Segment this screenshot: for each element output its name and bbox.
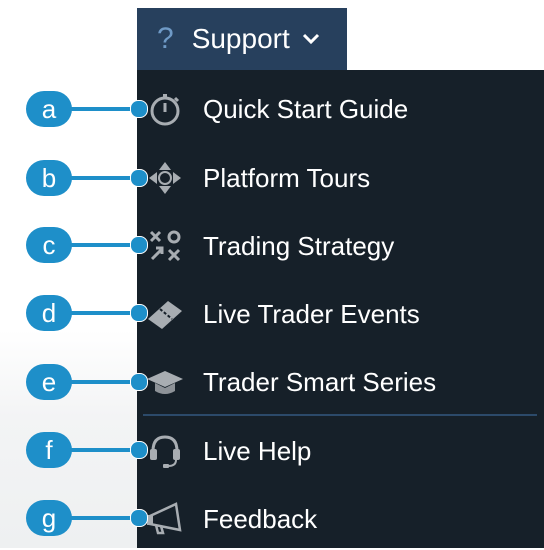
menu-item-label: Platform Tours: [203, 162, 371, 193]
callout-b: b: [26, 160, 166, 196]
menu-item-label: Trading Strategy: [203, 230, 395, 261]
menu-item-label: Trader Smart Series: [203, 366, 437, 397]
callout-c: c: [26, 227, 166, 263]
callout-dot: [130, 100, 148, 118]
menu-item-live-trader-events[interactable]: Live Trader Events: [137, 283, 544, 345]
menu-item-trading-strategy[interactable]: Trading Strategy: [137, 215, 544, 277]
menu-item-label: Live Help: [203, 435, 312, 466]
callout-badge: g: [26, 500, 72, 536]
callout-dot: [130, 373, 148, 391]
menu-item-platform-tours[interactable]: Platform Tours: [137, 147, 544, 209]
menu-item-label: Feedback: [203, 503, 318, 534]
question-icon: ?: [157, 22, 174, 55]
menu-divider: [143, 414, 537, 416]
callout-e: e: [26, 364, 166, 400]
menu-item-live-help[interactable]: Live Help: [137, 420, 544, 482]
menu-item-label: Quick Start Guide: [203, 93, 409, 124]
callout-badge: a: [26, 91, 72, 127]
support-label: Support: [191, 23, 290, 54]
support-dropdown-menu: Quick Start Guide Platform Tours Trading…: [137, 70, 544, 548]
callout-g: g: [26, 500, 166, 536]
callout-badge: b: [26, 160, 72, 196]
menu-item-trader-smart-series[interactable]: Trader Smart Series: [137, 351, 544, 413]
callout-dot: [130, 441, 148, 459]
menu-item-quick-start-guide[interactable]: Quick Start Guide: [137, 78, 544, 140]
callout-d: d: [26, 295, 166, 331]
callout-dot: [130, 169, 148, 187]
callout-badge: c: [26, 227, 72, 263]
menu-item-label: Live Trader Events: [203, 298, 420, 329]
callout-f: f: [26, 432, 166, 468]
menu-item-feedback[interactable]: Feedback: [137, 488, 544, 550]
callout-dot: [130, 236, 148, 254]
callout-dot: [130, 304, 148, 322]
chevron-down-icon: [302, 28, 324, 50]
callout-badge: d: [26, 295, 72, 331]
callout-badge: f: [26, 432, 72, 468]
callout-a: a: [26, 91, 166, 127]
callout-dot: [130, 509, 148, 527]
support-menu-button[interactable]: ? Support: [137, 8, 347, 70]
callout-badge: e: [26, 364, 72, 400]
